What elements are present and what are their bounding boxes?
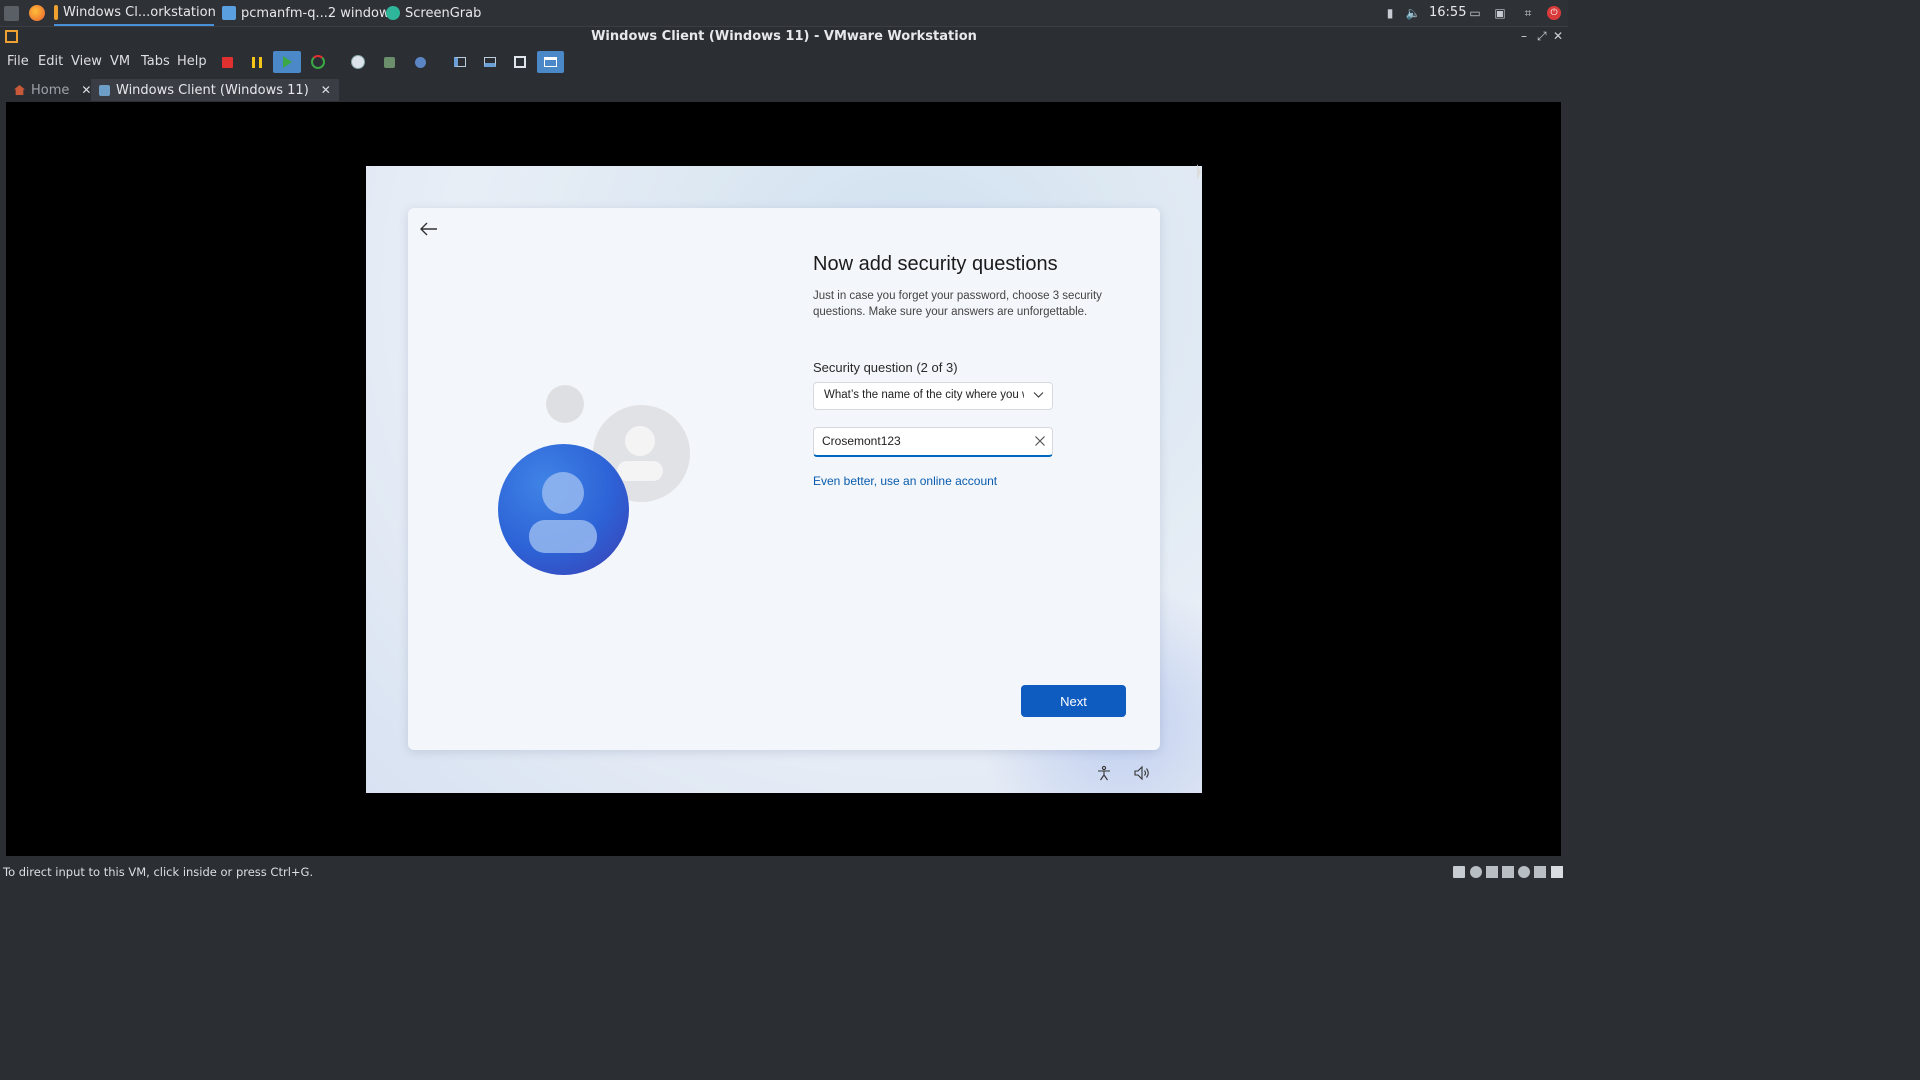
power-on-button[interactable] xyxy=(273,51,301,73)
setup-card: Now add security questions Just in case … xyxy=(408,208,1160,750)
status-bar: To direct input to this VM, click inside… xyxy=(0,862,1568,882)
menu-vm[interactable]: VM xyxy=(110,54,130,69)
network-adapter-icon[interactable] xyxy=(1502,866,1514,878)
screengrab-icon xyxy=(386,6,400,20)
system-taskbar: Windows Cl...orkstation pcmanfm-q...2 wi… xyxy=(0,0,1568,27)
display-icon[interactable]: ▭ xyxy=(1467,5,1483,21)
taskbar-item-screengrab[interactable]: ScreenGrab xyxy=(386,0,481,26)
restart-icon xyxy=(311,55,325,69)
page-title: Now add security questions xyxy=(813,253,1058,275)
clock[interactable]: 16:55 xyxy=(1429,0,1466,26)
close-window-button[interactable]: ✕ xyxy=(1553,29,1563,43)
fullscreen-icon xyxy=(514,56,526,68)
power-off-button[interactable] xyxy=(216,52,238,72)
taskbar-item-pcmanfm[interactable]: pcmanfm-q...2 windows xyxy=(222,0,396,26)
menu-file[interactable]: File xyxy=(7,54,29,69)
security-question-label: Security question (2 of 3) xyxy=(813,360,958,375)
play-icon xyxy=(282,56,292,68)
unity-button[interactable] xyxy=(537,51,564,73)
mouse-cursor xyxy=(1197,164,1201,180)
usb-icon[interactable] xyxy=(1486,866,1498,878)
folder-icon xyxy=(222,6,236,20)
revert-icon xyxy=(383,56,395,68)
pause-icon xyxy=(252,56,262,68)
volume-icon[interactable]: 🔈 xyxy=(1405,5,1421,21)
window-titlebar: Windows Client (Windows 11) - VMware Wor… xyxy=(0,27,1568,47)
guest-screen[interactable]: Now add security questions Just in case … xyxy=(366,166,1202,793)
back-button[interactable] xyxy=(418,218,440,240)
chevron-down-icon xyxy=(1033,392,1044,398)
tab-windows-client[interactable]: Windows Client (Windows 11) ✕ xyxy=(91,79,339,101)
thumbnail-icon xyxy=(484,57,496,67)
network-icon[interactable]: ⌗ xyxy=(1520,5,1536,21)
close-tab-icon[interactable]: ✕ xyxy=(81,83,91,97)
cd-drive-icon[interactable] xyxy=(1470,866,1482,878)
menu-icon xyxy=(4,5,19,21)
taskbar-item-vmware[interactable]: Windows Cl...orkstation xyxy=(54,0,216,26)
tab-label: Windows Client (Windows 11) xyxy=(116,82,309,98)
security-answer-value: Crosemont123 xyxy=(822,434,901,448)
fullscreen-button[interactable] xyxy=(509,52,531,72)
power-icon[interactable]: ⏻ xyxy=(1546,5,1562,21)
firefox-button[interactable] xyxy=(29,0,45,26)
page-description: Just in case you forget your password, c… xyxy=(813,290,1102,318)
security-answer-input[interactable]: Crosemont123 xyxy=(813,427,1053,457)
security-question-value: What’s the name of the city where you w xyxy=(824,389,1024,401)
tab-bar: Home ✕ Windows Client (Windows 11) ✕ xyxy=(0,79,1568,101)
printer-icon[interactable] xyxy=(1534,866,1546,878)
tab-label: Home xyxy=(31,82,70,98)
taskbar-item-label: Windows Cl...orkstation xyxy=(63,4,216,20)
suspend-button[interactable] xyxy=(246,52,268,72)
menu-tabs[interactable]: Tabs xyxy=(141,54,170,69)
revert-snapshot-button[interactable] xyxy=(378,52,400,72)
volume-icon[interactable] xyxy=(1133,764,1151,782)
monitor-icon[interactable]: ▣ xyxy=(1492,5,1508,21)
user-avatar-icon xyxy=(498,444,629,575)
security-question-dropdown[interactable]: What’s the name of the city where you w xyxy=(813,382,1053,410)
hard-disk-icon[interactable] xyxy=(1453,866,1465,878)
minimize-button[interactable]: – xyxy=(1521,29,1527,43)
snapshot-manager-button[interactable] xyxy=(409,52,431,72)
snapshot-button[interactable] xyxy=(347,52,369,72)
vm-icon xyxy=(99,84,110,96)
status-message: To direct input to this VM, click inside… xyxy=(3,865,314,879)
vmware-icon xyxy=(54,4,58,20)
snapshot-manager-icon xyxy=(414,56,426,68)
accessibility-icon[interactable] xyxy=(1095,764,1113,782)
app-menu-button[interactable] xyxy=(4,0,19,26)
sidebar-toggle-button[interactable] xyxy=(449,52,471,72)
console-view-icon xyxy=(544,57,557,67)
thumbnail-bar-button[interactable] xyxy=(479,52,501,72)
home-icon xyxy=(14,85,25,95)
menu-bar: File Edit View VM Tabs Help xyxy=(0,48,1568,76)
maximize-button[interactable]: ⤢ xyxy=(1537,29,1547,44)
taskbar-item-label: ScreenGrab xyxy=(405,5,482,21)
menu-view[interactable]: View xyxy=(71,54,102,69)
taskbar-item-label: pcmanfm-q...2 windows xyxy=(241,5,397,21)
sidebar-icon xyxy=(454,57,466,67)
menu-help[interactable]: Help xyxy=(177,54,207,69)
back-arrow-icon xyxy=(420,222,437,236)
snapshot-icon xyxy=(351,55,365,69)
close-tab-icon[interactable]: ✕ xyxy=(321,83,331,97)
clipboard-icon[interactable]: ▮ xyxy=(1382,5,1398,21)
decorative-dot xyxy=(546,385,584,423)
window-title: Windows Client (Windows 11) - VMware Wor… xyxy=(591,29,977,44)
menu-edit[interactable]: Edit xyxy=(38,54,63,69)
restart-button[interactable] xyxy=(307,52,329,72)
sound-card-icon[interactable] xyxy=(1518,866,1530,878)
firefox-icon xyxy=(29,5,45,21)
tab-home[interactable]: Home ✕ xyxy=(14,79,91,101)
stop-icon xyxy=(221,56,233,68)
online-account-link[interactable]: Even better, use an online account xyxy=(813,474,997,488)
next-button[interactable]: Next xyxy=(1021,685,1126,717)
clear-icon[interactable] xyxy=(1034,435,1046,447)
message-log-icon[interactable] xyxy=(1551,866,1563,878)
